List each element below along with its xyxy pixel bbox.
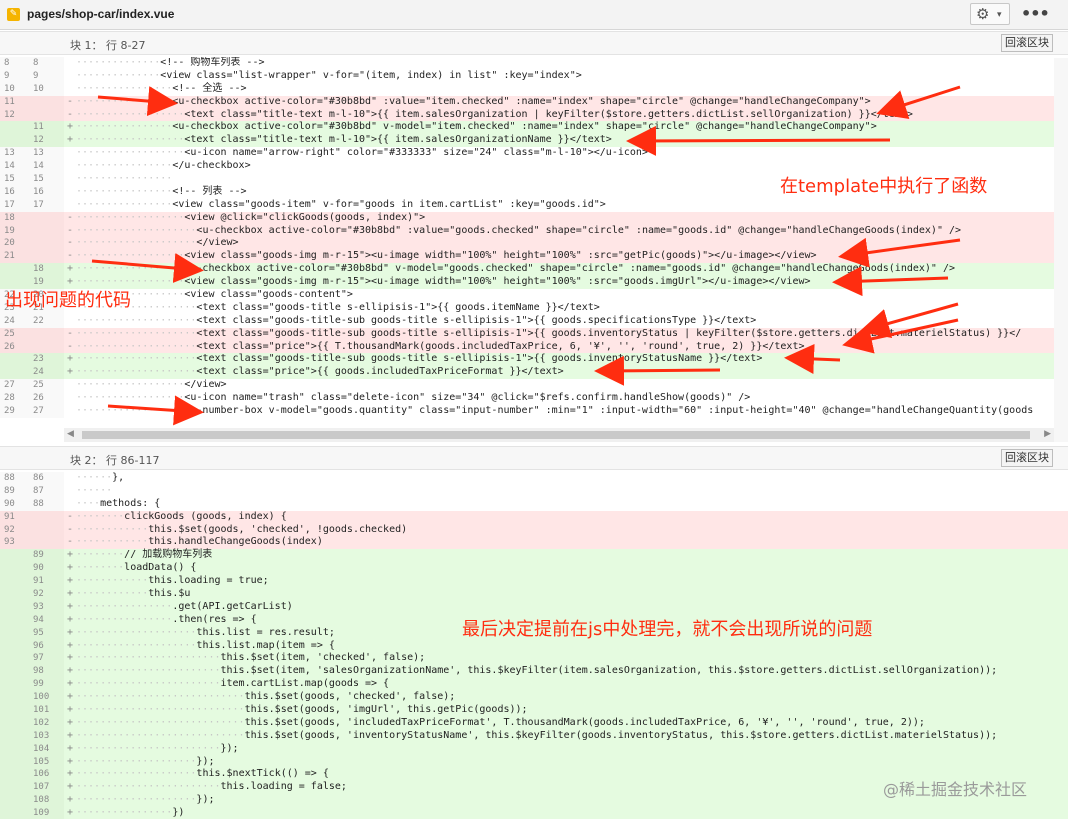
arrow-line-18 bbox=[91, 253, 204, 283]
problem-note: 出现问题的代码 bbox=[5, 290, 131, 311]
arrow-line-29 bbox=[107, 395, 204, 426]
arrow-line-24 bbox=[594, 355, 721, 386]
arrow-line-11 bbox=[97, 86, 178, 117]
annotation-arrows bbox=[91, 85, 961, 426]
solution-note: 最后决定提前在js中处理完，就不会出现所说的问题 bbox=[462, 619, 873, 640]
arrow-line-12-new bbox=[626, 125, 891, 156]
arrow-line-26 bbox=[842, 318, 959, 354]
arrow-line-25 bbox=[859, 302, 959, 338]
arrow-line-19 bbox=[832, 266, 949, 297]
arrow-line-23 bbox=[784, 343, 841, 374]
template-note: 在template中执行了函数 bbox=[780, 176, 988, 197]
arrow-line-12 bbox=[876, 85, 961, 119]
watermark: @稀土掘金技术社区 bbox=[883, 780, 1028, 799]
arrow-line-21 bbox=[838, 237, 961, 268]
